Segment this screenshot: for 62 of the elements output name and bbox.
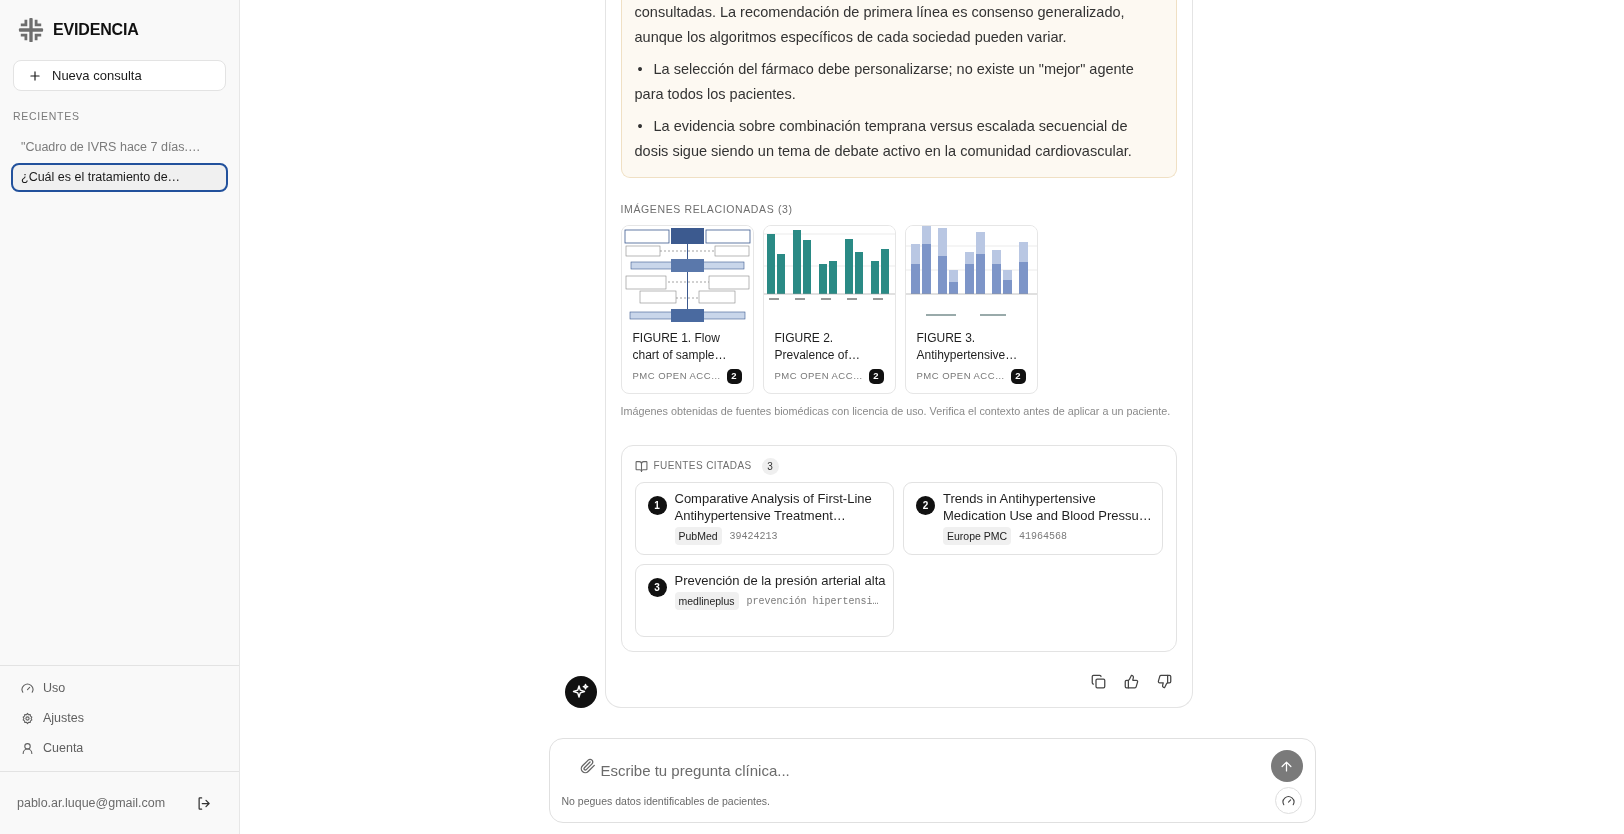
account-link[interactable]: Cuenta: [0, 733, 94, 763]
recent-chat-item[interactable]: "Cuadro de IVRS hace 7 días.…: [11, 133, 228, 161]
asterisk-logo-icon: [18, 17, 44, 43]
section-heading: IMÁGENES RELACIONADAS (3): [620, 202, 794, 216]
book-icon: [634, 459, 648, 473]
brand-name: EVIDENCIA: [53, 20, 139, 40]
usage-button[interactable]: [1274, 787, 1302, 814]
source-identifier: prevención hipertensi…: [746, 594, 879, 609]
paperclip-icon: [579, 758, 596, 774]
figure-caption: FIGURE 2. Prevalence of…: [774, 330, 861, 364]
source-title: Comparative Analysis of First-Line Antihypertensive Treatment…: [674, 490, 873, 524]
send-button[interactable]: [1270, 750, 1303, 782]
question-input[interactable]: Escribe tu pregunta clínica...: [600, 757, 1271, 783]
thumbs-up-icon: [1124, 673, 1139, 689]
image-card[interactable]: FIGURE 3. Antihypertensive… PMC OPEN ACC… 2: [904, 225, 1038, 394]
copy-icon: [1091, 673, 1106, 689]
image-source: PMC OPEN ACC…: [632, 369, 722, 384]
source-identifier: 41964568: [1019, 529, 1068, 544]
image-disclaimer: Imágenes obtenidas de fuentes biomédicas con licencia de uso. Verifica el contexto antes de aplicar a un paciente.: [620, 404, 1172, 418]
logout-icon: [196, 795, 211, 811]
section-heading: FUENTES CITADAS: [653, 459, 752, 473]
figure-caption: FIGURE 3. Antihypertensive…: [916, 330, 1019, 364]
reference-count: 2: [868, 369, 884, 384]
summary-text: consultadas. La recomendación de primera línea es consenso generalizado, aunque los algoritmos específicos de cada sociedad pueden variar.: [634, 3, 1126, 47]
reference-count: 2: [726, 369, 742, 384]
image-source: PMC OPEN ACC…: [774, 369, 864, 384]
database-tag: medlineplus: [674, 592, 739, 610]
gauge-icon: [21, 681, 34, 695]
source-card[interactable]: 2 Trends in Antihypertensive Medication Use and Blood Pressu… Europe PMC 41964568: [903, 482, 1163, 555]
citation-number: 2: [916, 496, 935, 515]
account-email: pablo.ar.luque@gmail.com: [17, 794, 166, 812]
gear-icon: [21, 711, 34, 725]
citation-number: 3: [647, 578, 667, 597]
database-tag: PubMed: [674, 527, 722, 545]
thumbs-down-icon: [1157, 673, 1172, 689]
gauge-icon: [1281, 793, 1295, 808]
plus-icon: [28, 68, 42, 83]
bullet-point: • La evidencia sobre combinación temprana versus escalada secuencial de dosis sigue siendo un tema de debate activo en la comunidad cardiovascular.: [634, 117, 1133, 161]
source-title: Prevención de la presión arterial alta: [674, 572, 886, 589]
privacy-note: No pegues datos identificables de pacientes.: [561, 793, 770, 808]
source-card[interactable]: 1 Comparative Analysis of First-Line Antihypertensive Treatment… PubMed 39424213: [634, 482, 894, 555]
message-composer[interactable]: Escribe tu pregunta clínica... No pegues datos identificables de pacientes.: [548, 738, 1316, 823]
recent-chat-item[interactable]: ¿Cuál es el tratamiento de…: [11, 163, 228, 192]
source-count: 3: [761, 457, 779, 475]
usage-link[interactable]: Uso: [0, 673, 76, 703]
sparkles-icon: [564, 676, 597, 708]
bullet-point: • La selección del fármaco debe personalizarse; no existe un "mejor" agente para todos los pacientes.: [634, 60, 1135, 104]
source-identifier: 39424213: [729, 529, 778, 544]
database-tag: Europe PMC: [943, 527, 1012, 545]
source-card[interactable]: 3 Prevención de la presión arterial alta medlineplus prevención hipertensi…: [634, 564, 894, 637]
settings-link[interactable]: Ajustes: [0, 703, 94, 733]
image-card[interactable]: FIGURE 1. Flow chart of sample… PMC OPEN ACC… 2: [620, 225, 754, 394]
source-title: Trends in Antihypertensive Medication Use and Blood Pressu…: [943, 490, 1153, 524]
section-heading: RECIENTES: [13, 109, 81, 123]
arrow-up-icon: [1279, 758, 1294, 774]
image-source: PMC OPEN ACC…: [916, 369, 1006, 384]
reference-count: 2: [1010, 369, 1026, 384]
new-query-button[interactable]: Nueva consulta: [13, 60, 226, 91]
figure-caption: FIGURE 1. Flow chart of sample…: [632, 330, 728, 364]
image-card[interactable]: FIGURE 2. Prevalence of… PMC OPEN ACC… 2: [762, 225, 896, 394]
person-icon: [21, 741, 34, 755]
citation-number: 1: [647, 496, 667, 515]
